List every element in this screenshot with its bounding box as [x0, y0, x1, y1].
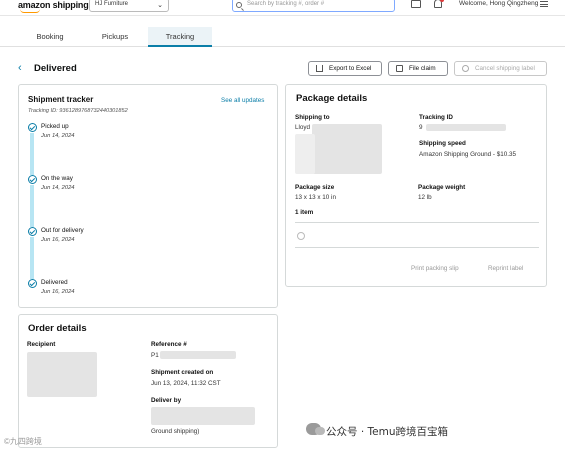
watermark-text: 公众号 · Temu跨境百宝箱: [326, 426, 448, 438]
tab-bar: Booking Pickups Tracking: [0, 27, 565, 47]
tracking-id-value: 9: [419, 124, 423, 131]
step-name: Delivered: [41, 279, 68, 286]
divider: [295, 247, 539, 248]
redacted-address: [295, 134, 315, 174]
divider: [295, 222, 539, 223]
wechat-icon: [306, 423, 325, 435]
redacted-tracking-id: [426, 124, 506, 131]
created-value: Jun 13, 2024, 11:32 CST: [151, 380, 221, 387]
reprint-label-button[interactable]: Reprint label: [488, 265, 523, 272]
shipping-speed-value: Amazon Shipping Ground - $10.35: [419, 151, 516, 158]
package-size-value: 13 x 13 x 10 in: [295, 194, 336, 201]
watermark-left: ©九四跨境: [4, 437, 42, 446]
document-icon: [396, 65, 403, 72]
tab-booking[interactable]: Booking: [18, 27, 82, 47]
check-circle-icon: [28, 279, 37, 288]
recipient-label: Recipient: [27, 341, 56, 348]
back-chevron-icon[interactable]: ‹: [18, 62, 22, 74]
reference-value: P1: [151, 352, 159, 359]
item-count: 1 item: [295, 209, 314, 216]
order-title: Order details: [28, 323, 87, 334]
printer-icon[interactable]: [411, 0, 421, 8]
store-select[interactable]: HJ Furniture ⌄: [89, 0, 169, 12]
menu-icon[interactable]: [540, 1, 548, 7]
cancel-shipping-label-button[interactable]: Cancel shipping label: [454, 61, 547, 76]
deliver-by-note: Ground shipping): [151, 428, 200, 435]
chevron-down-icon: ⌄: [157, 2, 163, 9]
step-name: On the way: [41, 175, 73, 182]
print-packing-slip-button[interactable]: Print packing slip: [411, 265, 459, 272]
timeline-segment: [30, 237, 34, 279]
smile-icon: [20, 9, 40, 13]
step-date: Jun 16, 2024: [41, 289, 75, 295]
tab-tracking[interactable]: Tracking: [148, 27, 212, 47]
shipping-to-name: Lloyd: [295, 124, 311, 131]
deliver-by-label: Deliver by: [151, 397, 182, 404]
package-weight-value: 12 lb: [418, 194, 432, 201]
search-input[interactable]: Search by tracking #, order #: [232, 0, 395, 12]
step-name: Out for delivery: [41, 227, 84, 234]
step-date: Jun 14, 2024: [41, 185, 75, 191]
file-claim-button[interactable]: File claim: [388, 61, 448, 76]
export-excel-button[interactable]: Export to Excel: [308, 61, 382, 76]
check-circle-icon: [28, 227, 37, 236]
top-bar: amazon shipping HJ Furniture ⌄ Search by…: [0, 0, 565, 16]
shipping-speed-label: Shipping speed: [419, 140, 466, 147]
package-title: Package details: [296, 93, 368, 104]
timeline-segment: [30, 133, 34, 175]
tracking-id-text: Tracking ID: 9361289768732440301852: [28, 108, 128, 114]
step-date: Jun 14, 2024: [41, 133, 75, 139]
check-circle-icon: [28, 175, 37, 184]
welcome-text: Welcome, Hong Qingzheng: [459, 0, 539, 7]
download-icon: [316, 65, 323, 72]
check-circle-icon: [28, 123, 37, 132]
search-icon: [236, 2, 242, 8]
timeline-segment: [30, 185, 34, 227]
tab-pickups[interactable]: Pickups: [83, 27, 147, 47]
notification-dot: [440, 0, 444, 2]
shipment-tracker-card: Shipment tracker See all updates Trackin…: [18, 84, 278, 308]
amazon-shipping-logo[interactable]: amazon shipping: [18, 0, 89, 13]
created-label: Shipment created on: [151, 369, 214, 376]
shipping-to-label: Shipping to: [295, 114, 330, 121]
cancel-icon: [462, 65, 469, 72]
package-size-label: Package size: [295, 184, 335, 191]
redacted-address: [312, 124, 382, 174]
step-name: Picked up: [41, 123, 69, 130]
redacted-deliver-by: [151, 407, 255, 425]
tracker-title: Shipment tracker: [28, 95, 94, 104]
tracking-id-label: Tracking ID: [419, 114, 453, 121]
see-all-updates-link[interactable]: See all updates: [221, 97, 264, 104]
redacted-recipient: [27, 352, 97, 397]
page-title: Delivered: [34, 63, 77, 74]
reference-label: Reference #: [151, 341, 187, 348]
step-date: Jun 16, 2024: [41, 237, 75, 243]
item-placeholder-icon: [297, 232, 305, 240]
redacted-reference: [160, 351, 236, 359]
package-weight-label: Package weight: [418, 184, 466, 191]
